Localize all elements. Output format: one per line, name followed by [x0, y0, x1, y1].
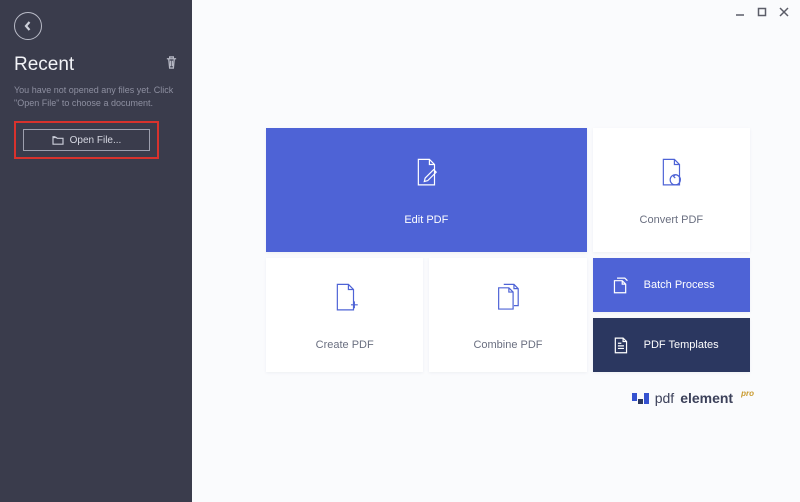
folder-open-icon — [52, 135, 64, 145]
close-button[interactable] — [778, 6, 790, 18]
tutorial-highlight: Open File... — [14, 121, 159, 159]
batch-process-label: Batch Process — [644, 279, 715, 291]
convert-pdf-icon — [654, 155, 688, 191]
convert-pdf-tile[interactable]: Convert PDF — [593, 128, 750, 252]
open-file-label: Open File... — [70, 135, 122, 146]
main-area: Edit PDF Convert PDF Create PDF Combine … — [192, 0, 800, 502]
batch-process-tile[interactable]: Batch Process — [593, 258, 750, 312]
brand-text-bold: element — [680, 390, 733, 406]
edit-pdf-tile[interactable]: Edit PDF — [266, 128, 587, 252]
chevron-left-icon — [23, 21, 33, 31]
brand-pro-badge: pro — [741, 389, 754, 398]
minimize-icon — [735, 7, 745, 17]
create-pdf-tile[interactable]: Create PDF — [266, 258, 423, 372]
recent-title: Recent — [14, 54, 74, 76]
combine-pdf-label: Combine PDF — [473, 339, 542, 351]
brand-logo: pdf element pro — [632, 390, 754, 406]
side-tile-stack: Batch Process PDF Templates — [593, 258, 750, 372]
pdf-templates-label: PDF Templates — [644, 339, 719, 351]
edit-pdf-icon — [409, 155, 443, 191]
sidebar: Recent You have not opened any files yet… — [0, 0, 192, 502]
pdf-templates-icon — [611, 335, 630, 355]
tile-grid: Edit PDF Convert PDF Create PDF Combine … — [266, 128, 750, 372]
pdf-templates-tile[interactable]: PDF Templates — [593, 318, 750, 372]
combine-pdf-tile[interactable]: Combine PDF — [429, 258, 586, 372]
maximize-button[interactable] — [756, 6, 768, 18]
brand-text-light: pdf — [655, 390, 674, 406]
close-icon — [779, 7, 789, 17]
create-pdf-label: Create PDF — [316, 339, 374, 351]
edit-pdf-label: Edit PDF — [404, 214, 448, 226]
back-button[interactable] — [14, 12, 42, 40]
window-controls — [734, 6, 790, 18]
minimize-button[interactable] — [734, 6, 746, 18]
create-pdf-icon — [328, 280, 362, 316]
open-file-button[interactable]: Open File... — [23, 129, 150, 151]
batch-process-icon — [611, 275, 630, 295]
app-window: Recent You have not opened any files yet… — [0, 0, 800, 502]
brand-mark-icon — [632, 393, 649, 404]
trash-icon — [165, 55, 178, 70]
delete-recent-button[interactable] — [165, 55, 178, 75]
maximize-icon — [757, 7, 767, 17]
combine-pdf-icon — [491, 280, 525, 316]
recent-hint: You have not opened any files yet. Click… — [14, 84, 178, 109]
recent-header: Recent — [14, 54, 178, 76]
convert-pdf-label: Convert PDF — [640, 214, 704, 226]
